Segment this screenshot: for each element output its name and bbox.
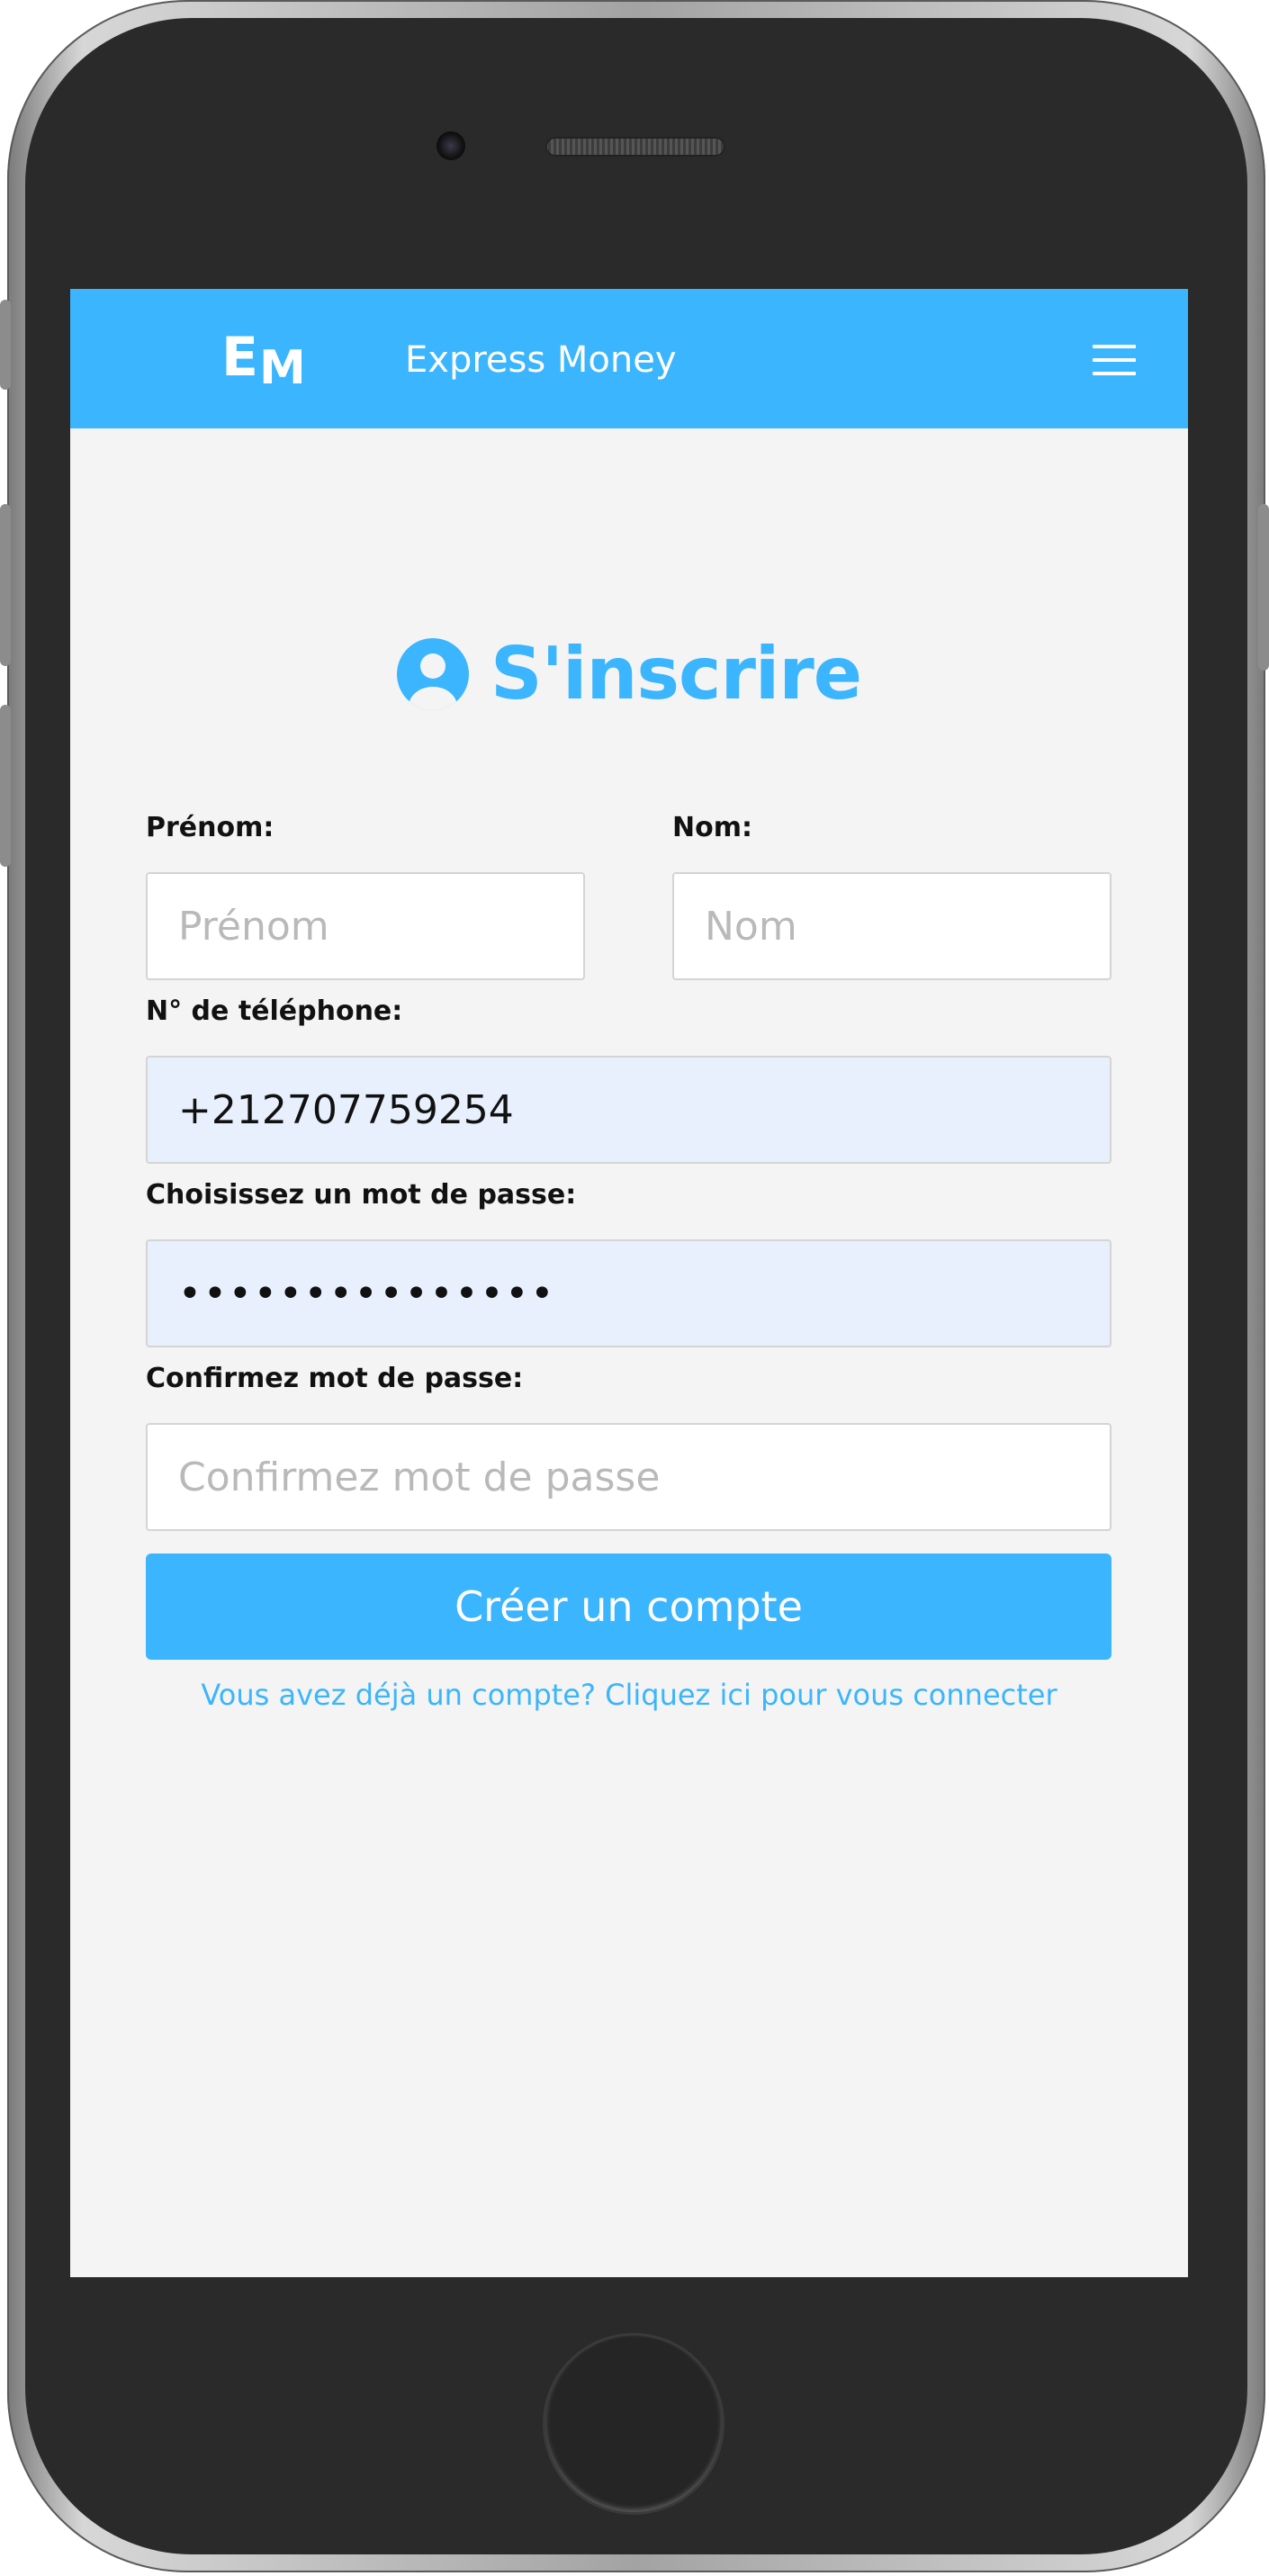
create-account-button[interactable]: Créer un compte xyxy=(146,1554,1112,1660)
last-name-label: Nom: xyxy=(672,812,752,843)
volume-down-button xyxy=(0,705,11,867)
confirm-password-input[interactable] xyxy=(146,1423,1112,1531)
power-button xyxy=(1258,504,1269,671)
mute-switch xyxy=(0,300,11,390)
menu-bar xyxy=(1093,358,1136,362)
logo-letter-e: E xyxy=(221,326,258,389)
hamburger-menu-icon[interactable] xyxy=(1089,338,1139,383)
password-input[interactable] xyxy=(146,1239,1112,1347)
user-circle-icon xyxy=(396,638,469,710)
last-name-input[interactable] xyxy=(672,872,1112,980)
brand-logo[interactable]: E M xyxy=(221,330,308,393)
menu-bar xyxy=(1093,372,1136,375)
page-heading: S'inscrire xyxy=(70,629,1188,719)
navbar: E M Express Money xyxy=(70,289,1188,428)
brand-name[interactable]: Express Money xyxy=(405,338,677,383)
menu-bar xyxy=(1093,345,1136,348)
phone-label: N° de téléphone: xyxy=(146,995,403,1027)
logo-letter-m: M xyxy=(259,341,306,395)
home-button[interactable] xyxy=(545,2336,722,2512)
front-camera xyxy=(436,131,465,160)
phone-input[interactable] xyxy=(146,1056,1112,1164)
login-link[interactable]: Vous avez déjà un compte? Cliquez ici po… xyxy=(70,1675,1188,1715)
screen: E M Express Money S'inscrire Prénom: Nom… xyxy=(70,289,1188,2277)
page-title: S'inscrire xyxy=(490,632,862,716)
first-name-input[interactable] xyxy=(146,872,585,980)
password-label: Choisissez un mot de passe: xyxy=(146,1179,577,1211)
confirm-password-label: Confirmez mot de passe: xyxy=(146,1363,524,1394)
first-name-label: Prénom: xyxy=(146,812,274,843)
volume-up-button xyxy=(0,504,11,666)
earpiece-speaker xyxy=(545,137,725,157)
